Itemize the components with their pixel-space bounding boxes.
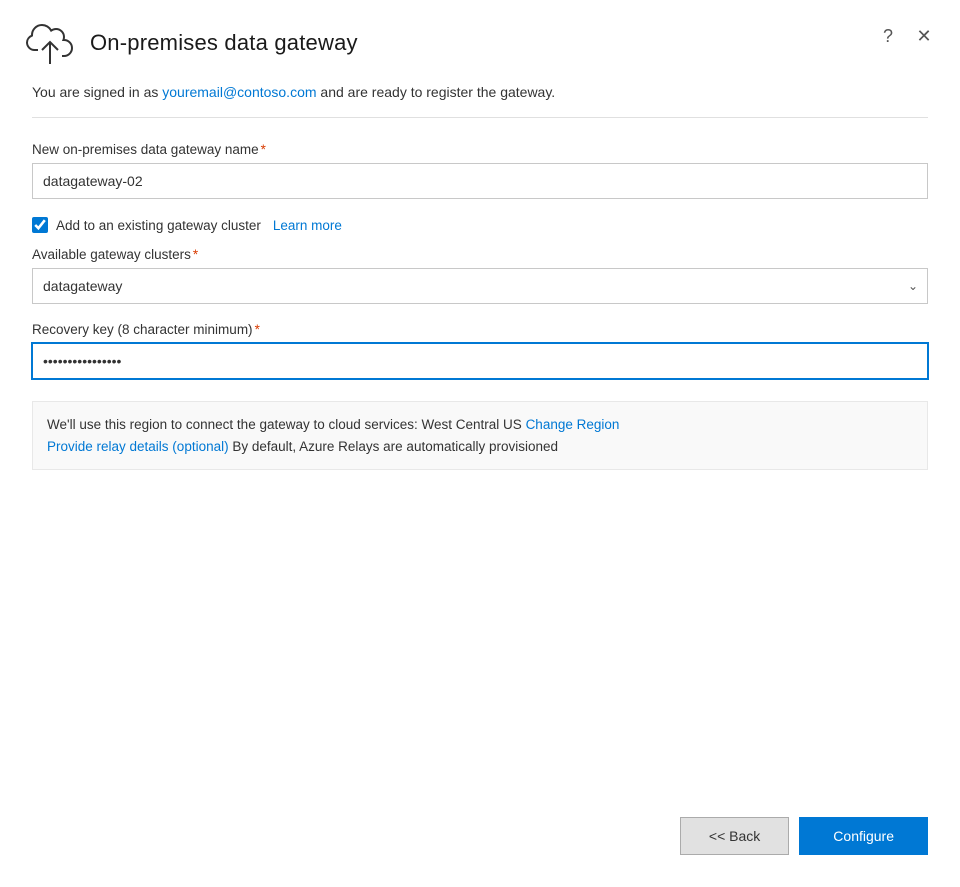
gateway-name-input[interactable] (32, 163, 928, 199)
dialog-title-left: On-premises data gateway (24, 20, 358, 66)
configure-button[interactable]: Configure (799, 817, 928, 855)
recovery-key-group: Recovery key (8 character minimum)* (32, 322, 928, 379)
help-button[interactable]: ? (876, 24, 900, 48)
section-divider (32, 117, 928, 118)
dialog-body: You are signed in as youremail@contoso.c… (0, 82, 960, 793)
dialog-footer: << Back Configure (0, 793, 960, 887)
user-email: youremail@contoso.com (162, 84, 316, 100)
signed-in-prefix: You are signed in as (32, 84, 162, 100)
clusters-group: Available gateway clusters* datagateway … (32, 247, 928, 304)
dialog-title: On-premises data gateway (90, 30, 358, 56)
signed-in-suffix: and are ready to register the gateway. (317, 84, 556, 100)
recovery-key-input[interactable] (32, 343, 928, 379)
info-section: We'll use this region to connect the gat… (32, 401, 928, 470)
cloud-upload-icon (24, 20, 76, 66)
recovery-key-label: Recovery key (8 character minimum)* (32, 322, 928, 337)
gateway-name-label: New on-premises data gateway name* (32, 142, 928, 157)
clusters-required: * (193, 247, 198, 262)
dialog-controls: ? ✕ (876, 20, 936, 48)
region-info: We'll use this region to connect the gat… (47, 414, 913, 436)
dialog-titlebar: On-premises data gateway ? ✕ (0, 0, 960, 82)
gateway-name-required: * (261, 142, 266, 157)
clusters-select-wrapper: datagateway ⌄ (32, 268, 928, 304)
gateway-name-group: New on-premises data gateway name* (32, 142, 928, 199)
clusters-select[interactable]: datagateway (32, 268, 928, 304)
learn-more-link[interactable]: Learn more (273, 218, 342, 233)
back-button[interactable]: << Back (680, 817, 789, 855)
dialog-container: On-premises data gateway ? ✕ You are sig… (0, 0, 960, 887)
form-section: New on-premises data gateway name* Add t… (32, 142, 928, 470)
add-to-cluster-checkbox[interactable] (32, 217, 48, 233)
checkbox-row: Add to an existing gateway cluster Learn… (32, 217, 928, 233)
relay-info: Provide relay details (optional) By defa… (47, 436, 913, 458)
signed-in-text: You are signed in as youremail@contoso.c… (32, 82, 928, 103)
clusters-label: Available gateway clusters* (32, 247, 928, 262)
close-button[interactable]: ✕ (912, 24, 936, 48)
recovery-key-required: * (255, 322, 260, 337)
change-region-link[interactable]: Change Region (526, 417, 620, 432)
relay-details-link[interactable]: Provide relay details (optional) (47, 439, 229, 454)
relay-suffix: By default, Azure Relays are automatical… (229, 439, 558, 454)
region-prefix: We'll use this region to connect the gat… (47, 417, 526, 432)
checkbox-label[interactable]: Add to an existing gateway cluster (56, 218, 261, 233)
